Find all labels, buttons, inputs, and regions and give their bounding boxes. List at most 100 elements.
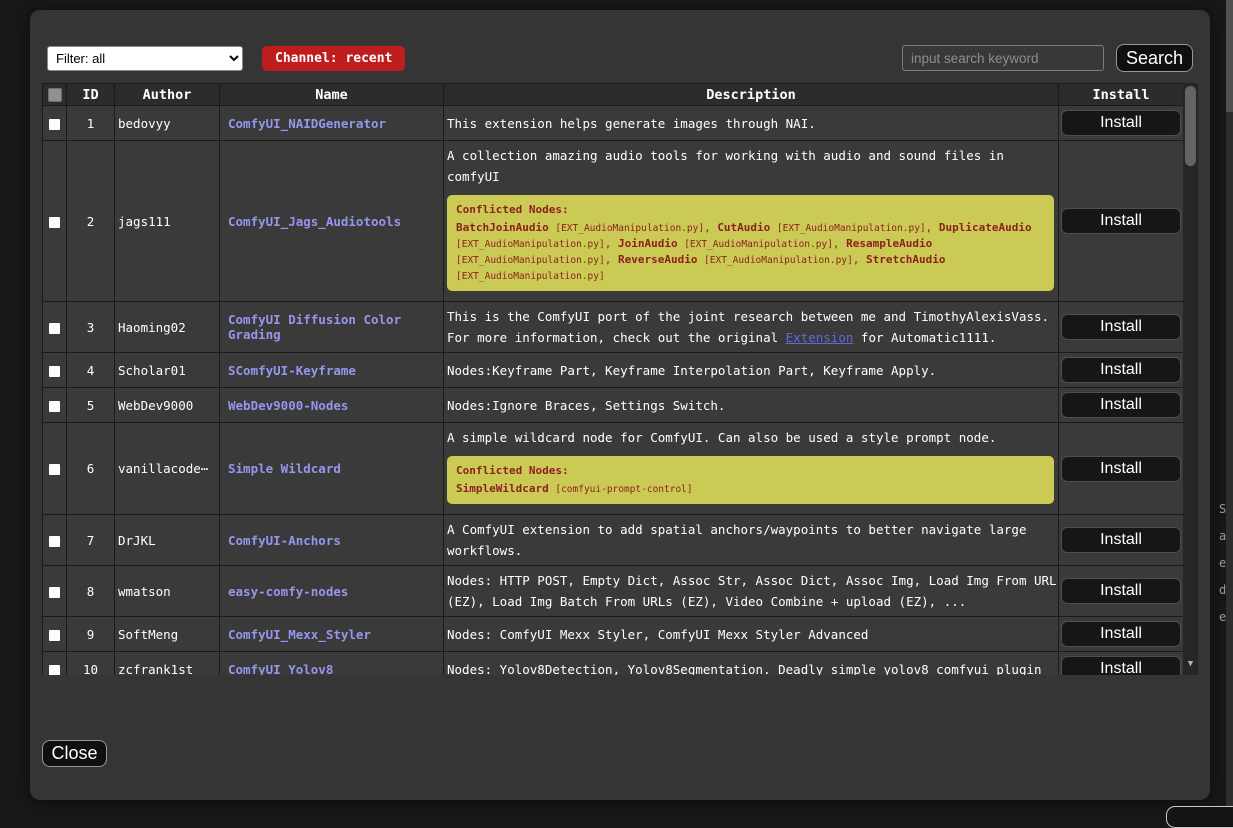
install-button[interactable]: Install (1061, 527, 1181, 553)
extension-name-link[interactable]: ComfyUI_NAIDGenerator (228, 116, 386, 131)
scroll-down-arrow-icon[interactable]: ▼ (1183, 660, 1198, 669)
conflict-node-source: [comfyui-prompt-control] (555, 484, 692, 495)
row-checkbox[interactable] (48, 629, 61, 642)
table-row: 1bedovyyComfyUI_NAIDGeneratorThis extens… (43, 106, 1184, 141)
install-button[interactable]: Install (1061, 392, 1181, 418)
row-id: 6 (67, 423, 115, 515)
row-install-cell: Install (1059, 566, 1184, 617)
search-input[interactable] (902, 45, 1104, 71)
install-button[interactable]: Install (1061, 656, 1181, 675)
install-button[interactable]: Install (1061, 621, 1181, 647)
table-scrollbar-thumb[interactable] (1185, 86, 1196, 166)
header-description: Description (444, 84, 1059, 106)
close-button[interactable]: Close (42, 740, 107, 767)
extension-name-link[interactable]: ComfyUI Diffusion Color Grading (228, 312, 401, 342)
table-row: 7DrJKLComfyUI-AnchorsA ComfyUI extension… (43, 515, 1184, 566)
row-id: 9 (67, 617, 115, 652)
extension-name-link[interactable]: ComfyUI-Anchors (228, 533, 341, 548)
conflict-node-source: [EXT_AudioManipulation.py] (704, 255, 853, 266)
description-link[interactable]: Extension (786, 330, 854, 345)
extension-name-link[interactable]: ComfyUI Yolov8 (228, 662, 333, 676)
extension-name-link[interactable]: Simple Wildcard (228, 461, 341, 476)
conflict-node-source: [EXT_AudioManipulation.py] (456, 239, 605, 250)
install-button[interactable]: Install (1061, 357, 1181, 383)
row-id: 10 (67, 652, 115, 676)
row-checkbox-cell (43, 141, 67, 302)
table-row: 10zcfrank1stComfyUI Yolov8Nodes: Yolov8D… (43, 652, 1184, 676)
row-install-cell: Install (1059, 353, 1184, 388)
clipped-letter: a (1219, 523, 1227, 550)
header-author: Author (115, 84, 220, 106)
conflicted-nodes-box: Conflicted Nodes:SimpleWildcard [comfyui… (447, 456, 1054, 504)
extension-name-link[interactable]: SComfyUI-Keyframe (228, 363, 356, 378)
description-text: Nodes:Ignore Braces, Settings Switch. (447, 398, 725, 413)
row-checkbox[interactable] (48, 118, 61, 131)
description-text: Nodes:Keyframe Part, Keyframe Interpolat… (447, 363, 936, 378)
row-checkbox-cell (43, 388, 67, 423)
row-checkbox-cell (43, 515, 67, 566)
conflicted-nodes-title: Conflicted Nodes: (456, 463, 1045, 478)
select-all-checkbox[interactable] (48, 88, 62, 102)
row-description-cell: Nodes: HTTP POST, Empty Dict, Assoc Str,… (444, 566, 1059, 617)
description-text: Nodes: ComfyUI Mexx Styler, ComfyUI Mexx… (447, 627, 868, 642)
row-name-cell: SComfyUI-Keyframe (220, 353, 444, 388)
page-scrollbar-thumb[interactable] (1226, 0, 1233, 112)
row-install-cell: Install (1059, 617, 1184, 652)
extension-name-link[interactable]: easy-comfy-nodes (228, 584, 348, 599)
row-name-cell: easy-comfy-nodes (220, 566, 444, 617)
row-checkbox-cell (43, 106, 67, 141)
clipped-letter: d (1219, 577, 1227, 604)
install-button[interactable]: Install (1061, 208, 1181, 234)
description-text: A ComfyUI extension to add spatial ancho… (447, 522, 1026, 558)
row-checkbox[interactable] (48, 400, 61, 413)
extension-name-link[interactable]: ComfyUI_Mexx_Styler (228, 627, 371, 642)
row-name-cell: Simple Wildcard (220, 423, 444, 515)
extension-name-link[interactable]: WebDev9000-Nodes (228, 398, 348, 413)
install-button[interactable]: Install (1061, 110, 1181, 136)
search-button[interactable]: Search (1116, 44, 1193, 72)
row-description-cell: This extension helps generate images thr… (444, 106, 1059, 141)
row-checkbox[interactable] (48, 365, 61, 378)
row-id: 3 (67, 302, 115, 353)
row-checkbox[interactable] (48, 216, 61, 229)
row-author: WebDev9000 (115, 388, 220, 423)
table-row: 5WebDev9000WebDev9000-NodesNodes:Ignore … (43, 388, 1184, 423)
conflict-node-name: CutAudio (717, 221, 770, 234)
row-name-cell: ComfyUI_Mexx_Styler (220, 617, 444, 652)
extension-name-link[interactable]: ComfyUI_Jags_Audiotools (228, 214, 401, 229)
row-author: vanillacode⋯ (115, 423, 220, 515)
table-header-row: ID Author Name Description Install (43, 84, 1184, 106)
row-author: Scholar01 (115, 353, 220, 388)
table-row: 4Scholar01SComfyUI-KeyframeNodes:Keyfram… (43, 353, 1184, 388)
row-id: 2 (67, 141, 115, 302)
conflict-node-name: ReverseAudio (618, 253, 697, 266)
filter-select[interactable]: Filter: all (47, 46, 243, 71)
row-description-cell: Nodes:Keyframe Part, Keyframe Interpolat… (444, 353, 1059, 388)
row-checkbox-cell (43, 617, 67, 652)
row-checkbox[interactable] (48, 535, 61, 548)
row-checkbox-cell (43, 652, 67, 676)
description-text: for Automatic1111. (853, 330, 996, 345)
row-id: 1 (67, 106, 115, 141)
install-custom-nodes-dialog: Filter: all Channel: recent Search ID Au… (30, 10, 1210, 800)
row-checkbox[interactable] (48, 586, 61, 599)
conflicted-nodes-box: Conflicted Nodes:BatchJoinAudio [EXT_Aud… (447, 195, 1054, 291)
row-author: zcfrank1st (115, 652, 220, 676)
description-text: A collection amazing audio tools for wor… (447, 148, 1004, 184)
install-button[interactable]: Install (1061, 456, 1181, 482)
row-install-cell: Install (1059, 106, 1184, 141)
row-install-cell: Install (1059, 388, 1184, 423)
table-scrollbar[interactable]: ▼ (1183, 83, 1198, 675)
page-scrollbar[interactable] (1226, 0, 1233, 815)
row-checkbox[interactable] (48, 664, 61, 676)
install-button[interactable]: Install (1061, 578, 1181, 604)
row-description-cell: Nodes:Ignore Braces, Settings Switch. (444, 388, 1059, 423)
row-install-cell: Install (1059, 423, 1184, 515)
row-description-cell: This is the ComfyUI port of the joint re… (444, 302, 1059, 353)
row-checkbox[interactable] (48, 463, 61, 476)
row-author: wmatson (115, 566, 220, 617)
row-install-cell: Install (1059, 302, 1184, 353)
row-install-cell: Install (1059, 141, 1184, 302)
install-button[interactable]: Install (1061, 314, 1181, 340)
row-checkbox[interactable] (48, 322, 61, 335)
